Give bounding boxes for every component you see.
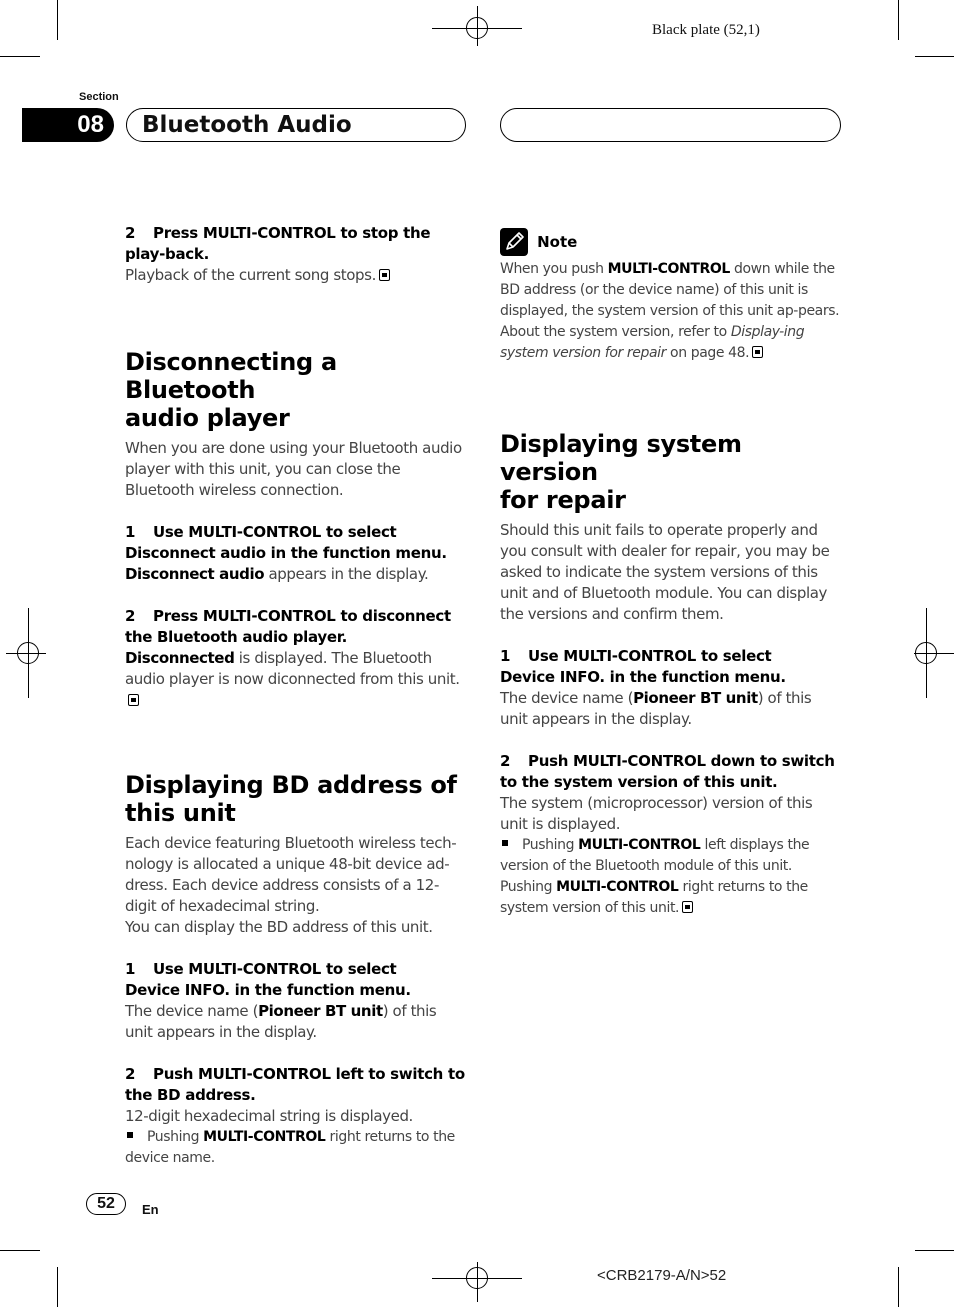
step-body: Disconnect audio appears in the display. xyxy=(125,565,429,583)
registration-mark xyxy=(466,1267,488,1289)
crop-mark xyxy=(915,1250,954,1251)
intro-text: Should this unit fails to operate proper… xyxy=(500,521,830,623)
end-mark-icon xyxy=(752,346,764,358)
intro-text: You can display the BD address of this u… xyxy=(125,918,433,936)
section-label: Section xyxy=(79,91,119,103)
section-number: 08 xyxy=(22,108,114,142)
crop-mark xyxy=(898,1267,899,1307)
registration-mark xyxy=(17,642,39,664)
right-column: Note When you push MULTI-CONTROL down wh… xyxy=(500,228,842,919)
bullet-item: Pushing MULTI-CONTROL left displays the … xyxy=(500,837,810,916)
intro-text: When you are done using your Bluetooth a… xyxy=(125,439,462,499)
plate-label: Black plate (52,1) xyxy=(652,22,760,38)
note-text: When you push MULTI-CONTROL down while t… xyxy=(500,261,840,361)
empty-title-box xyxy=(500,108,841,142)
step-heading: 2 Press MULTI-CONTROL to disconnect the Bl… xyxy=(125,607,451,646)
section-heading: Disconnecting a Bluetooth audio player xyxy=(125,348,337,432)
end-mark-icon xyxy=(128,694,139,706)
bullet-icon xyxy=(502,840,508,846)
step-body: Disconnected is displayed. The Bluetooth… xyxy=(125,648,467,711)
language-label: En xyxy=(142,1202,159,1217)
crop-mark xyxy=(57,0,58,40)
disconnecting-section: Disconnecting a Bluetooth audio player W… xyxy=(125,348,467,711)
step-heading: 2 Push MULTI-CONTROL down to switch to the… xyxy=(500,752,835,791)
crop-mark xyxy=(0,56,40,57)
registration-mark xyxy=(915,642,937,664)
section-heading: Displaying BD address of this unit xyxy=(125,771,457,827)
registration-mark xyxy=(466,17,488,39)
section-heading: Displaying system version for repair xyxy=(500,430,742,514)
bullet-icon xyxy=(127,1132,133,1138)
page-number: 52 xyxy=(86,1193,126,1215)
bd-address-section: Displaying BD address of this unit Each … xyxy=(125,771,467,1169)
step-body: Playback of the current song stops. xyxy=(125,265,467,286)
step-heading: 1 Use MULTI-CONTROL to select Device INFO.… xyxy=(500,647,786,686)
step-heading: 2 Push MULTI-CONTROL left to switch to the… xyxy=(125,1065,465,1104)
system-version-section: Displaying system version for repair Sho… xyxy=(500,430,842,919)
step-heading: 2 Press MULTI-CONTROL to stop the play-ba… xyxy=(125,224,431,263)
stop-playback-block: 2 Press MULTI-CONTROL to stop the play-ba… xyxy=(125,223,467,286)
end-mark-icon xyxy=(378,269,390,281)
bullet-item: Pushing MULTI-CONTROL right returns to t… xyxy=(125,1129,455,1166)
crop-mark xyxy=(0,1250,40,1251)
step-body: The system (microprocessor) version of t… xyxy=(500,794,813,833)
document-code: <CRB2179-A/N>52 xyxy=(597,1267,727,1284)
crop-mark xyxy=(898,0,899,40)
step-heading: 1 Use MULTI-CONTROL to select Device INFO.… xyxy=(125,960,411,999)
step-body: 12-digit hexadecimal string is displayed… xyxy=(125,1107,413,1125)
step-body: The device name (Pioneer BT unit) of thi… xyxy=(500,689,812,728)
note-title: Note xyxy=(537,233,578,251)
crop-mark xyxy=(57,1267,58,1307)
note-block: Note When you push MULTI-CONTROL down wh… xyxy=(500,228,842,364)
intro-text: Each device featuring Bluetooth wireless… xyxy=(125,834,457,915)
end-mark-icon xyxy=(682,901,694,913)
step-body: The device name (Pioneer BT unit) of thi… xyxy=(125,1002,437,1041)
crop-mark xyxy=(915,56,954,57)
pencil-icon xyxy=(500,228,528,256)
step-heading: 1 Use MULTI-CONTROL to select Disconnect a… xyxy=(125,523,447,562)
left-column: 2 Press MULTI-CONTROL to stop the play-ba… xyxy=(125,223,467,1169)
section-title: Bluetooth Audio xyxy=(142,112,352,138)
